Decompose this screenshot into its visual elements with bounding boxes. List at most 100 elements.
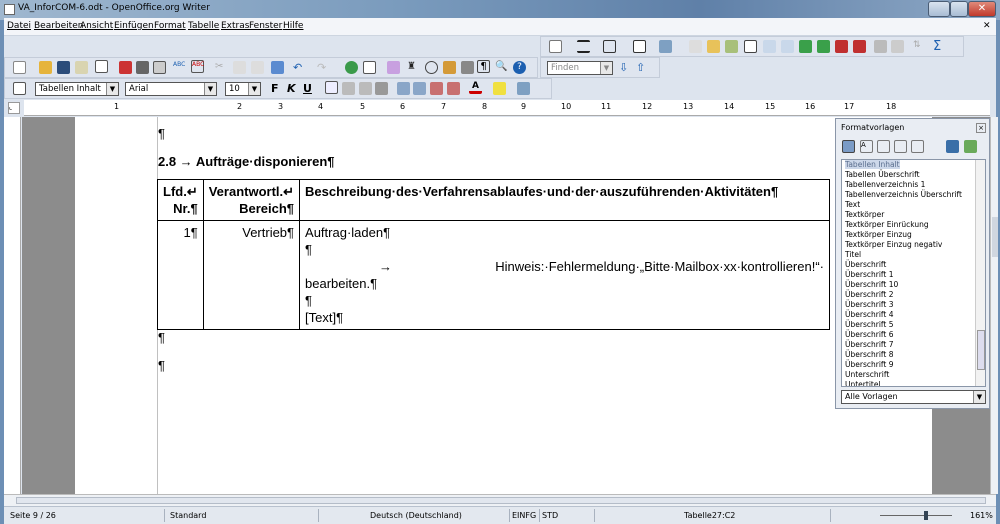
align-bottom-icon[interactable] — [781, 40, 794, 53]
cut-icon[interactable]: ✂ — [215, 61, 228, 74]
styles-list[interactable]: Tabellen Inhalt Tabellen Überschrift Tabel… — [841, 159, 986, 387]
styles-list-scrollbar[interactable] — [975, 160, 985, 386]
formatting-marks-icon[interactable]: ¶ — [477, 60, 490, 73]
style-item[interactable]: Überschrift 2 — [842, 290, 985, 300]
style-item[interactable]: Überschrift 8 — [842, 350, 985, 360]
autoformat-icon[interactable] — [725, 40, 738, 53]
zoom-slider-thumb[interactable] — [924, 511, 928, 520]
style-item[interactable]: Überschrift 7 — [842, 340, 985, 350]
style-item[interactable]: Untertitel — [842, 380, 985, 386]
style-item[interactable]: Überschrift 10 — [842, 280, 985, 290]
style-item[interactable]: Text — [842, 200, 985, 210]
menu-fenster[interactable]: Fenster — [249, 21, 282, 31]
close-panel-icon[interactable]: × — [976, 123, 986, 133]
data-sources-icon[interactable] — [461, 61, 474, 74]
align-top-icon[interactable] — [744, 40, 757, 53]
status-selection-mode[interactable]: STD — [542, 511, 558, 520]
chevron-down-icon[interactable]: ▼ — [600, 62, 612, 74]
style-item[interactable]: Textkörper — [842, 210, 985, 220]
horizontal-ruler[interactable]: 1 2 3 4 5 6 7 8 9 10 11 12 13 14 15 16 1… — [24, 100, 990, 116]
cell-nr[interactable]: 1¶ — [157, 220, 204, 330]
export-pdf-icon[interactable] — [119, 61, 132, 74]
minimize-button[interactable] — [928, 1, 950, 17]
chevron-down-icon[interactable]: ▼ — [106, 83, 118, 95]
table-properties-icon[interactable] — [874, 40, 887, 53]
status-insert-mode[interactable]: EINFG — [512, 511, 536, 520]
edit-mode-icon[interactable] — [95, 60, 108, 73]
chevron-down-icon[interactable]: ▼ — [248, 83, 260, 95]
status-language[interactable]: Deutsch (Deutschland) — [370, 511, 462, 520]
status-page[interactable]: Seite 9 / 26 — [10, 511, 56, 520]
gallery-icon[interactable] — [443, 61, 456, 74]
header-bereich[interactable]: Verantwortl.↵ Bereich¶ — [202, 179, 301, 221]
bullets-icon[interactable] — [413, 82, 426, 95]
menu-datei[interactable]: Datei — [7, 21, 31, 31]
style-item[interactable]: Überschrift 1 — [842, 270, 985, 280]
spellcheck-icon[interactable]: ABC — [173, 61, 186, 74]
vertical-ruler[interactable] — [4, 117, 21, 494]
print-icon[interactable] — [136, 61, 149, 74]
align-left-icon[interactable] — [325, 81, 338, 94]
insert-table-icon[interactable] — [363, 61, 376, 74]
insert-columns-icon[interactable] — [817, 40, 830, 53]
split-cells-icon[interactable] — [707, 40, 720, 53]
frame-styles-icon[interactable] — [877, 140, 890, 153]
borders-icon[interactable] — [633, 40, 646, 53]
cell-beschreibung[interactable]: Auftrag·laden¶ ¶ → Hinweis:·Fehlermeldung… — [299, 220, 830, 330]
help-icon[interactable]: ? — [513, 61, 526, 74]
format-paintbrush-icon[interactable] — [271, 61, 284, 74]
style-item[interactable]: Unterschrift — [842, 370, 985, 380]
horizontal-scrollbar[interactable] — [4, 494, 996, 506]
menu-einfuegen[interactable]: Einfügen — [114, 21, 154, 31]
zoom-slider[interactable] — [880, 515, 952, 516]
style-item[interactable]: Textkörper Einzug — [842, 230, 985, 240]
close-document-icon[interactable]: ✕ — [983, 21, 991, 31]
styles-icon[interactable] — [13, 82, 26, 95]
font-size-select[interactable]: 10 ▼ — [225, 82, 261, 96]
character-styles-icon[interactable]: A — [860, 140, 873, 153]
style-item[interactable]: Textkörper Einzug negativ — [842, 240, 985, 250]
header-beschreibung[interactable]: Beschreibung·des·Verfahrensablaufes·und·… — [299, 179, 830, 221]
border-color-icon[interactable] — [603, 40, 616, 53]
new-style-icon[interactable] — [964, 140, 977, 153]
copy-icon[interactable] — [233, 61, 246, 74]
style-item[interactable]: Tabellen Inhalt — [842, 160, 985, 170]
menu-extras[interactable]: Extras — [221, 21, 249, 31]
font-color-icon[interactable]: A — [469, 81, 482, 94]
merge-cells-icon[interactable] — [689, 40, 702, 53]
menu-format[interactable]: Format — [154, 21, 186, 31]
list-styles-icon[interactable] — [911, 140, 924, 153]
style-item[interactable]: Überschrift 5 — [842, 320, 985, 330]
menu-tabelle[interactable]: Tabelle — [188, 21, 219, 31]
tab-type-button[interactable]: ⌞ — [8, 102, 20, 114]
bold-button[interactable]: F — [271, 82, 284, 95]
numbering-icon[interactable] — [397, 82, 410, 95]
sum-icon[interactable]: Σ — [933, 39, 946, 54]
style-item[interactable]: Überschrift 9 — [842, 360, 985, 370]
email-icon[interactable] — [75, 61, 88, 74]
table-icon[interactable] — [549, 40, 562, 53]
chevron-down-icon[interactable]: ▼ — [204, 83, 216, 95]
procedure-table[interactable]: Lfd.↵ Nr.¶ Verantwortl.↵ Bereich¶ Beschr… — [157, 179, 830, 330]
style-item[interactable]: Überschrift 3 — [842, 300, 985, 310]
insert-rows-icon[interactable] — [799, 40, 812, 53]
vertical-scrollbar[interactable] — [990, 117, 998, 494]
cell-bereich[interactable]: Vertrieb¶ — [202, 220, 301, 330]
line-style-icon[interactable] — [577, 40, 590, 53]
highlight-icon[interactable] — [493, 82, 506, 95]
style-item[interactable]: Tabellenverzeichnis 1 — [842, 180, 985, 190]
style-item[interactable]: Textkörper Einrückung — [842, 220, 985, 230]
menu-ansicht[interactable]: Ansicht — [80, 21, 113, 31]
new-document-icon[interactable] — [13, 61, 26, 74]
zoom-icon[interactable]: 🔍 — [495, 61, 508, 74]
sort-icon[interactable]: ⇅ — [913, 40, 926, 53]
align-center-icon[interactable] — [763, 40, 776, 53]
justify-icon[interactable] — [375, 82, 388, 95]
background-color-icon[interactable] — [659, 40, 672, 53]
navigator-icon[interactable] — [425, 61, 438, 74]
redo-icon[interactable]: ↷ — [317, 61, 330, 74]
align-right-icon[interactable] — [359, 82, 372, 95]
status-zoom[interactable]: 161% — [970, 511, 993, 520]
select-table-icon[interactable] — [891, 40, 904, 53]
font-select[interactable]: Arial ▼ — [125, 82, 217, 96]
